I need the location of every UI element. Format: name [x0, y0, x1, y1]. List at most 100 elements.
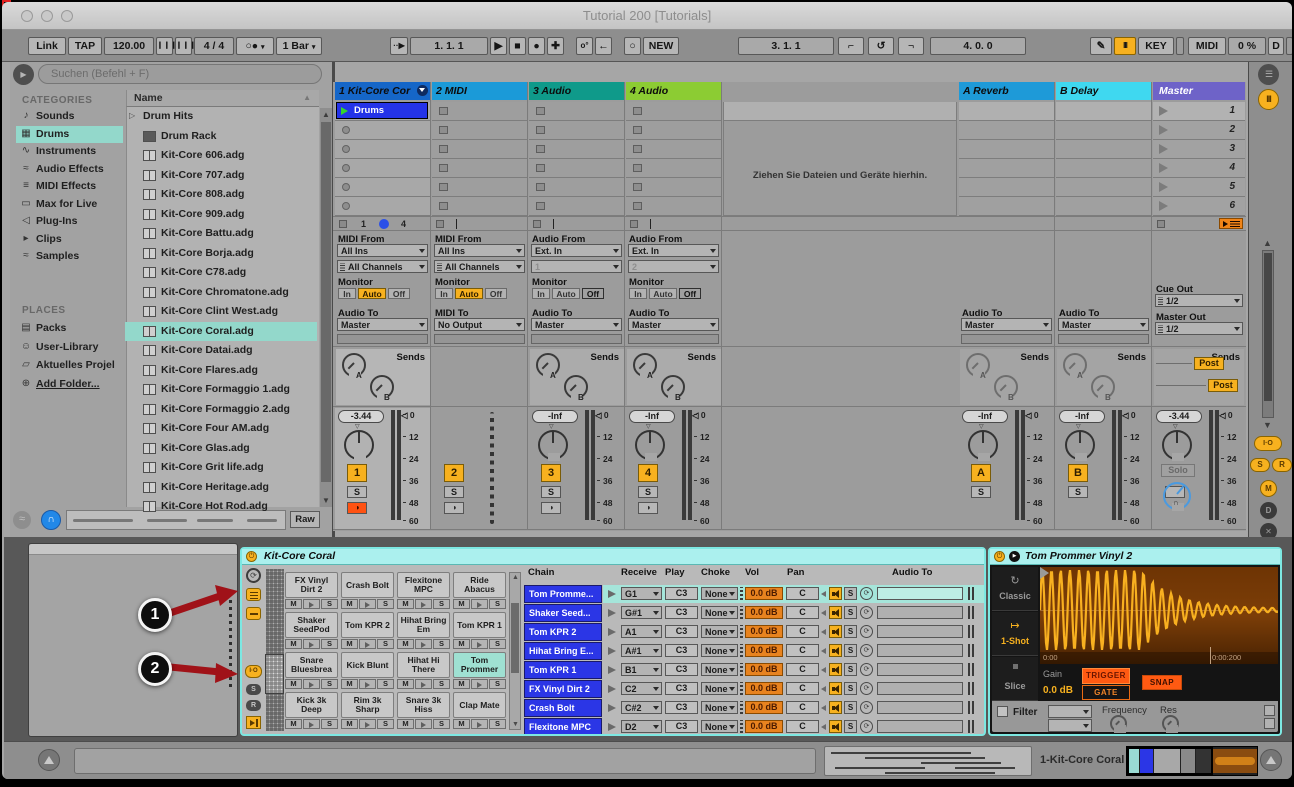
pad-mute-button[interactable]: M [341, 679, 358, 689]
output-chooser[interactable]: Master [628, 318, 719, 331]
drum-pad-rim-3k-sharp[interactable]: Rim 3k Sharp [341, 692, 394, 718]
pan-knob[interactable] [1162, 430, 1192, 461]
pad-mute-button[interactable]: M [285, 679, 302, 689]
monitor-in-button[interactable]: In [629, 288, 647, 299]
play-note-display[interactable]: C3 [665, 606, 698, 619]
clip-slot[interactable] [335, 159, 430, 178]
pad-mute-button[interactable]: M [285, 639, 302, 649]
chain-name[interactable]: Shaker Seed... [524, 604, 602, 622]
clip-slot[interactable] [626, 197, 721, 216]
pad-preview-button[interactable] [415, 639, 432, 649]
chain-audio-to-box[interactable] [877, 606, 963, 619]
pan-knob[interactable] [344, 430, 374, 461]
drag-handle-dots[interactable] [740, 701, 743, 714]
chain-pan-display[interactable]: C [786, 644, 819, 657]
sidebar-item-user-library[interactable]: ☺ User-Library [16, 339, 123, 356]
punch-in-button[interactable]: ⌐ [838, 37, 864, 55]
clip-stop-icon[interactable] [439, 202, 448, 210]
io-section-toggle[interactable]: I·O [1254, 436, 1282, 451]
res-knob[interactable] [1162, 715, 1179, 733]
preview-headphone-icon[interactable]: ∩ [41, 510, 61, 530]
chain-row-tom-kpr-2[interactable]: Tom KPR 2 A1 C3 None 0.0 dB C S ⟳ [524, 623, 984, 641]
pad-preview-button[interactable] [303, 599, 320, 609]
choke-chooser[interactable]: None [701, 644, 738, 657]
solo-button[interactable]: S [444, 486, 464, 498]
volume-display[interactable]: -Inf [532, 410, 578, 423]
cue-volume-knob[interactable]: ∩ [1163, 482, 1191, 511]
sidebar-item-packs[interactable]: ▤ Packs [16, 320, 123, 337]
track-activator-button[interactable]: 2 [444, 464, 464, 482]
punch-out-button[interactable]: ⌐ [898, 37, 924, 55]
tab-1-shot[interactable]: ↦ 1-Shot [992, 612, 1038, 656]
track-stop-all-icon[interactable] [533, 220, 541, 228]
returns-toggle[interactable]: R [246, 700, 261, 711]
chain-name[interactable]: Crash Bolt [524, 699, 602, 717]
midi-map-button[interactable]: MIDI [1188, 37, 1226, 55]
input-type-chooser[interactable]: All Ins [434, 244, 525, 257]
drag-handle-dots[interactable] [740, 606, 743, 619]
drum-pad-hihat-bring-em[interactable]: Hihat Bring Em [397, 612, 450, 638]
chain-solo-button[interactable]: S [844, 701, 857, 714]
file-scroll-thumb[interactable] [321, 122, 331, 482]
pad-preview-button[interactable] [359, 599, 376, 609]
monitor-off-button[interactable]: Off [388, 288, 410, 299]
play-button[interactable]: ▶ [490, 37, 507, 55]
solo-button[interactable]: S [971, 486, 991, 498]
chain-play-icon[interactable] [608, 704, 616, 712]
clip-stop-icon[interactable] [439, 107, 448, 115]
clip-drums[interactable]: Drums [336, 102, 428, 119]
scroll-up-icon[interactable]: ▲ [322, 110, 330, 119]
automation-arm-button[interactable]: o° [576, 37, 593, 55]
chain-row-tom-promme[interactable]: Tom Promme... G1 C3 None 0.0 dB C S ⟳ [524, 585, 984, 603]
session-record-button[interactable]: ○ [624, 37, 641, 55]
draw-mode-button[interactable]: ✎ [1090, 37, 1112, 55]
chain-pan-display[interactable]: C [786, 682, 819, 695]
pad-preview-button[interactable] [415, 679, 432, 689]
chain-audio-to-box[interactable] [877, 720, 963, 733]
send-a-knob[interactable] [342, 353, 366, 378]
pad-bank-window[interactable] [265, 654, 284, 694]
scene-play-icon[interactable] [1159, 163, 1168, 173]
file-row-kit-core-formaggio-2-adg[interactable]: Kit-Core Formaggio 2.adg [125, 400, 317, 419]
solo-button[interactable]: S [541, 486, 561, 498]
master-out-chooser[interactable]: 1/2 [1155, 322, 1243, 335]
record-button[interactable]: ● [528, 37, 545, 55]
clip-slot[interactable] [626, 178, 721, 197]
send-a-knob[interactable] [1063, 353, 1087, 378]
clip-view-toggle[interactable]: ☰ [1258, 64, 1279, 85]
drum-pad-kick-blunt[interactable]: Kick Blunt [341, 652, 394, 678]
clip-slot[interactable] [335, 197, 430, 216]
chain-activator-button[interactable] [829, 701, 842, 714]
pad-mute-button[interactable]: M [397, 679, 414, 689]
pad-preview-button[interactable] [359, 679, 376, 689]
send-b-knob[interactable] [661, 375, 685, 400]
chain-volume-display[interactable]: 0.0 dB [745, 587, 783, 600]
play-note-display[interactable]: C3 [665, 644, 698, 657]
master-header[interactable]: Master [1153, 82, 1245, 100]
clip-stop-icon[interactable] [439, 164, 448, 172]
pad-preview-button[interactable] [303, 719, 320, 729]
file-row-kit-core-606-adg[interactable]: Kit-Core 606.adg [125, 146, 317, 165]
clip-stop-icon[interactable] [342, 183, 350, 191]
frequency-knob[interactable] [1110, 715, 1127, 733]
receive-note-chooser[interactable]: A#1 [621, 644, 662, 657]
monitor-off-button[interactable]: Off [485, 288, 507, 299]
choke-chooser[interactable]: None [701, 606, 738, 619]
session-scroll-down-icon[interactable]: ▼ [1263, 420, 1272, 430]
clip-slot[interactable] [432, 197, 527, 216]
sidebar-item-max-for-live[interactable]: ▭ Max for Live [16, 196, 123, 213]
choke-chooser[interactable]: None [701, 587, 738, 600]
chain-hot-swap-button[interactable]: ⟳ [860, 644, 873, 657]
pad-preview-button[interactable] [303, 679, 320, 689]
filter-slope-chooser[interactable] [1048, 719, 1092, 732]
chain-activator-button[interactable] [829, 720, 842, 733]
chain-activator-button[interactable] [829, 625, 842, 638]
drum-pad-kick-3k-deep[interactable]: Kick 3k Deep [285, 692, 338, 718]
chain-volume-display[interactable]: 0.0 dB [745, 701, 783, 714]
monitor-off-button[interactable]: Off [679, 288, 701, 299]
file-row-kit-core-heritage-adg[interactable]: Kit-Core Heritage.adg [125, 478, 317, 497]
pad-preview-button[interactable] [359, 639, 376, 649]
drum-pad-tom-kpr-2[interactable]: Tom KPR 2 [341, 612, 394, 638]
drum-pad-clap-mate[interactable]: Clap Mate [453, 692, 506, 718]
sidebar-item-clips[interactable]: ▸ Clips [16, 231, 123, 248]
